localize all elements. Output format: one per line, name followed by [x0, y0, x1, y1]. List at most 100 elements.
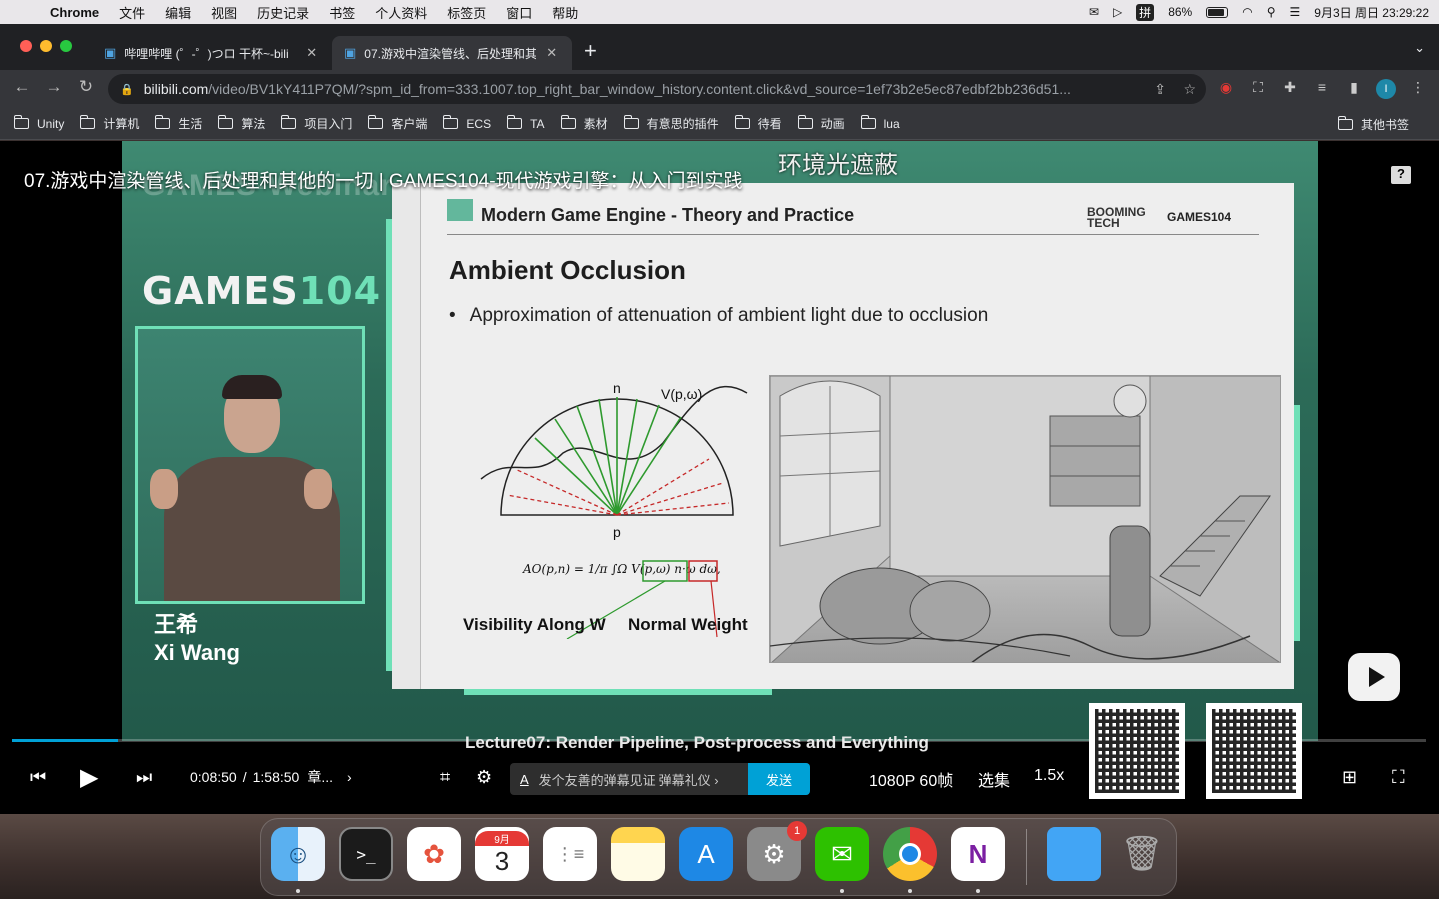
close-tab-icon[interactable]: ✕ [306, 45, 317, 61]
bookmark-ecs[interactable]: ECS [443, 115, 491, 131]
forward-arrow-icon[interactable]: → [42, 77, 66, 97]
side-panel-icon[interactable]: ▮ [1344, 79, 1364, 99]
address-bar[interactable]: 🔒 bilibili.com /video/BV1kY411P7QM/?spm_… [108, 74, 1206, 104]
diagram-n-label: n [613, 380, 621, 396]
bilibili-tv-icon[interactable] [1348, 653, 1400, 701]
bookmark-assets[interactable]: 素材 [560, 115, 608, 132]
reminders-icon[interactable]: ⋮≡ [543, 827, 597, 881]
episodes-button[interactable]: 选集 [978, 767, 1010, 791]
spotlight-search-icon[interactable]: ⚲ [1267, 5, 1276, 19]
browser-menu-icon[interactable]: ⋮ [1408, 79, 1428, 99]
folder-icon [218, 115, 234, 129]
close-tab-icon[interactable]: ✕ [546, 45, 557, 61]
lock-icon[interactable]: 🔒 [120, 83, 134, 96]
bookmark-project-intro[interactable]: 项目入门 [281, 115, 352, 132]
back-arrow-icon[interactable]: ← [10, 77, 34, 97]
bookmark-unity[interactable]: Unity [14, 115, 64, 131]
bookmark-algorithm[interactable]: 算法 [218, 115, 265, 132]
bookmark-other[interactable]: 其他书签 [1337, 116, 1409, 133]
extension-translate-icon[interactable]: ⛶ [1248, 79, 1268, 99]
video-player[interactable]: GAMES-Webinar GAMES104 王希 Xi Wang Modern… [0, 141, 1439, 814]
danmaku-style-icon[interactable]: A [520, 772, 529, 787]
terminal-icon[interactable]: >_ [339, 827, 393, 881]
play-icon[interactable]: ▶ [80, 761, 98, 793]
bookmark-star-icon[interactable]: ☆ [1183, 81, 1196, 98]
playback-speed[interactable]: 1.5x [1034, 767, 1064, 785]
extensions-puzzle-icon[interactable]: ✚ [1280, 79, 1300, 99]
reading-list-icon[interactable]: ≡ [1312, 79, 1332, 99]
wechat-status-icon[interactable]: ✉ [1089, 5, 1099, 19]
calendar-icon[interactable]: 9月 3 [475, 827, 529, 881]
menu-tabs[interactable]: 标签页 [437, 3, 496, 22]
folder-stack-icon[interactable] [1047, 827, 1101, 881]
new-tab-button[interactable]: + [584, 38, 597, 64]
bookmark-lua[interactable]: lua [860, 115, 900, 131]
reload-icon[interactable]: ↻ [74, 77, 98, 97]
menu-window[interactable]: 窗口 [496, 3, 542, 22]
bookmark-ta[interactable]: TA [507, 115, 545, 131]
chapter-label[interactable]: 章... [307, 767, 333, 787]
chapter-chevron-icon[interactable]: › [347, 769, 352, 785]
menu-app-name[interactable]: Chrome [40, 5, 109, 20]
system-preferences-icon[interactable]: ⚙ 1 [747, 821, 807, 881]
speaker-name-en: Xi Wang [154, 640, 240, 665]
menu-bookmarks[interactable]: 书签 [319, 3, 365, 22]
running-indicator [976, 889, 980, 893]
chrome-icon[interactable] [883, 827, 937, 881]
media-play-icon[interactable]: ▷ [1113, 5, 1122, 19]
bookmark-life[interactable]: 生活 [155, 115, 202, 132]
quality-selector[interactable]: 1080P 60帧 [869, 767, 953, 791]
folder-icon [281, 115, 297, 129]
profile-avatar[interactable]: I [1376, 79, 1396, 99]
next-video-icon[interactable]: ⏭ [136, 761, 152, 793]
bookmark-watch-later[interactable]: 待看 [734, 115, 782, 132]
send-danmaku-button[interactable]: 发送 [748, 763, 810, 795]
browser-toolbar: ← → ↻ 🔒 bilibili.com /video/BV1kY411P7QM… [0, 70, 1439, 108]
course-icon [447, 199, 473, 221]
tab-search-chevron-icon[interactable]: ⌄ [1414, 40, 1425, 56]
menu-edit[interactable]: 编辑 [155, 3, 201, 22]
menu-view[interactable]: 视图 [201, 3, 247, 22]
finder-icon[interactable]: ☺ [271, 827, 325, 881]
extension-record-icon[interactable]: ◉ [1216, 79, 1236, 99]
bookmark-plugins[interactable]: 有意思的插件 [623, 115, 719, 132]
bookmark-client[interactable]: 客户端 [368, 115, 427, 132]
danmaku-input[interactable]: A 发个友善的弹幕见证当下 弹幕礼仪 › 发送 [510, 763, 810, 795]
video-title: 07.游戏中渲染管线、后处理和其他的一切 | GAMES104-现代游戏引擎：从… [24, 171, 743, 192]
time-display: 0:08:50 / 1:58:50 章... › [190, 761, 352, 793]
minimize-window-button[interactable] [40, 40, 52, 52]
danmaku-settings-icon[interactable]: ⚙ [476, 761, 492, 793]
app-store-icon[interactable]: A [679, 827, 733, 881]
web-fullscreen-icon[interactable]: ⊞ [1342, 761, 1357, 793]
fullscreen-icon[interactable]: ⛶ [1392, 761, 1405, 793]
danmaku-toggle-icon[interactable]: ⌗ [440, 761, 450, 793]
prev-video-icon[interactable]: ⏮ [30, 761, 46, 793]
menu-profiles[interactable]: 个人资料 [365, 3, 437, 22]
danmaku-etiquette-link[interactable]: 弹幕礼仪 › [659, 770, 719, 789]
battery-icon[interactable] [1206, 6, 1229, 18]
notes-icon[interactable] [611, 827, 665, 881]
input-method-icon[interactable]: 拼 [1136, 3, 1155, 21]
folder-icon [623, 115, 639, 129]
bookmark-animation[interactable]: 动画 [797, 115, 845, 132]
control-center-icon[interactable]: ☰ [1290, 5, 1301, 19]
onenote-icon[interactable]: N [951, 827, 1005, 881]
menubar-clock[interactable]: 9月3日 周日 23:29:22 [1314, 4, 1429, 21]
menu-help[interactable]: 帮助 [542, 3, 588, 22]
bilibili-favicon-icon: ▣ [104, 45, 117, 60]
menu-file[interactable]: 文件 [109, 3, 155, 22]
wifi-icon[interactable]: ◠ [1242, 5, 1252, 19]
tab-games104-video[interactable]: ▣ 07.游戏中渲染管线、后处理和其 ✕ [332, 36, 572, 70]
close-window-button[interactable] [20, 40, 32, 52]
zoom-window-button[interactable] [60, 40, 72, 52]
trash-icon[interactable]: 🗑 [1115, 827, 1169, 881]
bookmark-label: 有意思的插件 [646, 117, 719, 131]
share-icon[interactable]: ⇪ [1154, 81, 1166, 98]
photos-icon[interactable]: ✿ [407, 827, 461, 881]
tab-bilibili-home[interactable]: ▣ 哔哩哔哩 (゜-゜)つロ 干杯~-bili ✕ [92, 36, 330, 70]
wechat-icon[interactable]: ✉ [815, 827, 869, 881]
bookmark-label: 算法 [241, 117, 266, 131]
help-icon[interactable]: ? [1391, 166, 1411, 184]
menu-history[interactable]: 历史记录 [247, 3, 319, 22]
bookmark-computer[interactable]: 计算机 [80, 115, 139, 132]
